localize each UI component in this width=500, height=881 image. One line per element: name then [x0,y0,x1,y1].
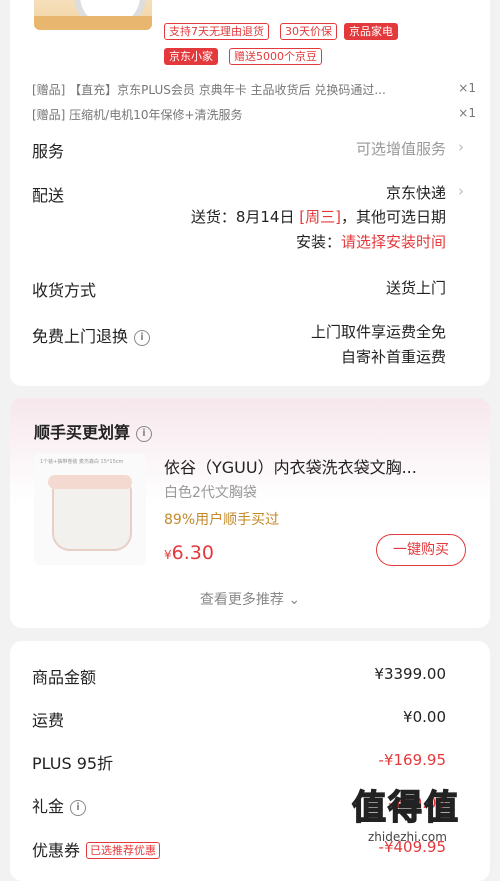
delivery-date-suffix: ，其他可选日期 [340,208,446,226]
price-currency: ¥ [164,548,172,562]
laundry-bag-image [52,481,132,551]
summary-label-goods: 商品金额 [32,668,97,687]
coupon-text: 优惠券 [32,841,81,860]
tag-jd-home: 京东小家 [164,48,218,65]
one-click-buy-button[interactable]: 一键购买 [376,534,466,566]
tag-jd-beans: 赠送5000个京豆 [229,48,322,65]
see-more-text: 查看更多推荐 [199,592,284,608]
laundry-bag-rim [48,475,132,489]
delivery-date-prefix: 送货： [190,208,236,226]
summary-value-plus: -¥169.95 [378,751,446,769]
recommend-title: 顺手买更划算 i [34,419,153,443]
recommend-product-image[interactable]: 1个装+抽带卷装 麦杰森白 15*15cm [34,453,146,565]
chevron-down-icon: ⌄ [288,592,301,608]
watermark-url: zhidezhi.com [368,830,447,844]
delivery-date: 8月14日 [235,208,295,226]
gift-line-plus[interactable]: [赠品] 【直充】京东PLUS会员 京典年卡 主品收货后 兑换码通过... [32,81,386,98]
summary-label-shipping: 运费 [32,711,65,730]
summary-label-coupon[interactable]: 优惠券 已选推荐优惠 [32,837,161,861]
recommend-card: 顺手买更划算 i 1个装+抽带卷装 麦杰森白 15*15cm 依谷（YGUU）内衣… [10,398,490,628]
product-thumbnail[interactable] [34,0,152,30]
install-time-link[interactable]: 请选择安装时间 [341,233,446,251]
chevron-right-icon[interactable]: › [458,182,464,200]
recommend-social-proof: 89%用户顺手买过 [164,512,280,528]
chevron-right-icon[interactable]: › [458,138,464,156]
watermark-logo: 值得值 [351,787,460,829]
coupon-badge: 已选推荐优惠 [86,842,161,859]
gift-qty: ×1 [458,106,476,120]
price-value: 6.30 [171,542,214,564]
install-prefix: 安装： [295,233,341,251]
summary-label-gift-money: 礼金 i [32,793,87,817]
install-line[interactable]: 安装：请选择安装时间 [296,231,446,252]
service-label: 服务 [32,142,65,161]
delivery-weekday: [周三] [299,208,341,226]
recommend-product-name[interactable]: 依谷（YGUU）内衣袋洗衣袋文胸... [164,454,417,478]
tag-jd-appliance: 京品家电 [344,23,398,40]
recommend-price: ¥6.30 [164,542,214,564]
info-icon[interactable]: i [70,800,87,816]
free-return-text: 免费上门退换 [32,327,129,346]
summary-value-goods: ¥3399.00 [374,665,446,683]
return-line-2: 自寄补首重运费 [340,348,446,366]
info-icon[interactable]: i [134,330,151,346]
receive-method-value: 送货上门 [385,279,446,297]
order-card: 支持7天无理由退货 30天价保 京品家电 京东小家 赠送5000个京豆 [赠品]… [10,0,490,386]
delivery-carrier[interactable]: 京东快递 [386,182,446,203]
info-icon[interactable]: i [136,426,153,442]
receive-method-label: 收货方式 [32,281,97,300]
thumbnail-strip [34,16,152,30]
image-label: 1个装+抽带卷装 麦杰森白 15*15cm [40,459,124,465]
gift-money-text: 礼金 [32,797,65,816]
free-return-label: 免费上门退换 i [32,323,151,347]
service-value[interactable]: 可选增值服务 [356,138,446,159]
gift-qty: ×1 [458,81,476,95]
delivery-date-line[interactable]: 送货：8月14日 [周三]，其他可选日期 [191,206,446,227]
summary-value-shipping: ¥0.00 [403,708,446,726]
gift-line-warranty[interactable]: [赠品] 压缩机/电机10年保修+清洗服务 [32,106,243,123]
price-summary-card: 商品金额 ¥3399.00 运费 ¥0.00 PLUS 95折 -¥169.95… [10,641,490,881]
delivery-label: 配送 [32,186,65,205]
see-more-link[interactable]: 查看更多推荐 ⌄ [10,589,490,609]
recommend-title-text: 顺手买更划算 [34,423,131,442]
recommend-product-spec: 白色2代文胸袋 [164,485,257,501]
tag-price-protect: 30天价保 [280,23,337,40]
return-line-1: 上门取件享运费全免 [310,323,446,341]
summary-label-plus: PLUS 95折 [32,754,114,773]
tag-return-7day: 支持7天无理由退货 [164,23,269,40]
